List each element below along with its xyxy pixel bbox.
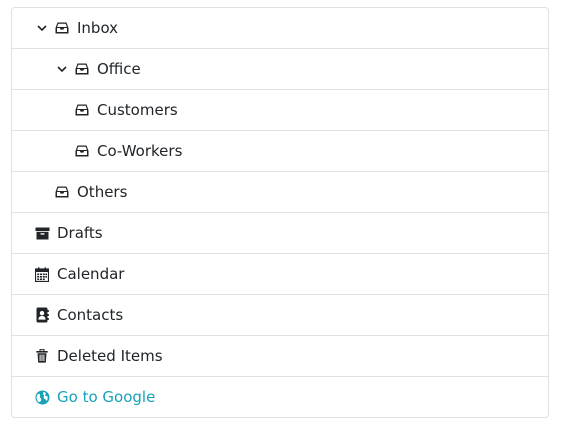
tree-item-co-workers[interactable]: Co-Workers bbox=[12, 130, 548, 171]
tree-item-label: Office bbox=[97, 60, 141, 78]
tree-item-label: Go to Google bbox=[57, 388, 156, 406]
tree-item-google-link[interactable]: Go to Google bbox=[12, 376, 548, 417]
tree-item-label: Calendar bbox=[57, 265, 125, 283]
tree-item-label: Co-Workers bbox=[97, 142, 183, 160]
tree-item-customers[interactable]: Customers bbox=[12, 89, 548, 130]
address-book-icon bbox=[34, 307, 50, 323]
tree-item-calendar[interactable]: Calendar bbox=[12, 253, 548, 294]
inbox-icon bbox=[74, 61, 90, 77]
tree-item-label: Inbox bbox=[77, 19, 119, 37]
trash-icon bbox=[34, 348, 50, 364]
chevron-down-icon[interactable] bbox=[52, 59, 72, 79]
tree-item-contacts[interactable]: Contacts bbox=[12, 294, 548, 335]
tree-item-inbox[interactable]: Inbox bbox=[12, 8, 548, 48]
folder-tree: Inbox Office Customers Co-Workers Others bbox=[11, 7, 549, 418]
tree-item-drafts[interactable]: Drafts bbox=[12, 212, 548, 253]
tree-item-label: Others bbox=[77, 183, 128, 201]
globe-icon bbox=[34, 389, 50, 405]
inbox-icon bbox=[54, 184, 70, 200]
tree-item-others[interactable]: Others bbox=[12, 171, 548, 212]
calendar-icon bbox=[34, 266, 50, 282]
chevron-down-icon[interactable] bbox=[32, 18, 52, 38]
archive-icon bbox=[34, 225, 50, 241]
tree-item-label: Customers bbox=[97, 101, 178, 119]
inbox-icon bbox=[54, 20, 70, 36]
tree-item-label: Drafts bbox=[57, 224, 103, 242]
tree-item-deleted-items[interactable]: Deleted Items bbox=[12, 335, 548, 376]
tree-item-label: Contacts bbox=[57, 306, 124, 324]
tree-item-label: Deleted Items bbox=[57, 347, 163, 365]
inbox-icon bbox=[74, 102, 90, 118]
tree-item-office[interactable]: Office bbox=[12, 48, 548, 89]
inbox-icon bbox=[74, 143, 90, 159]
